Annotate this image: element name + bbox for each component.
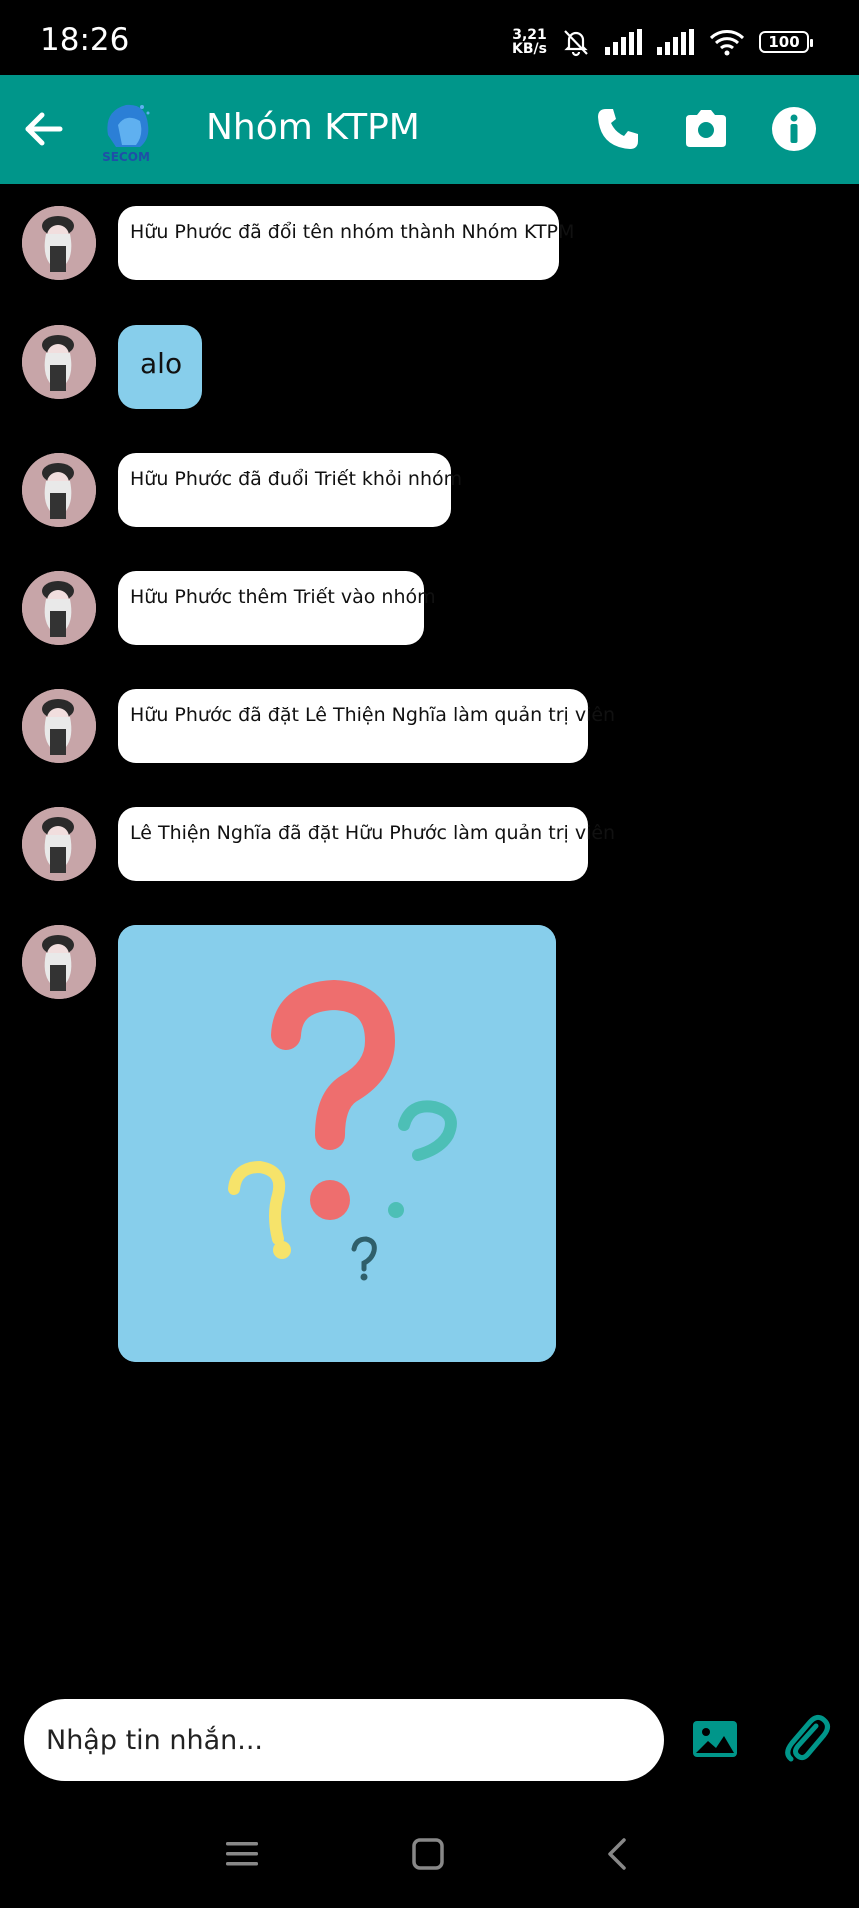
message-list[interactable]: Hữu Phước đã đổi tên nhóm thành Nhóm KTP… [0,184,859,1684]
status-icons: 3,21 KB/s 100 [512,26,813,58]
signal-icon [605,29,642,55]
question-marks-image [118,925,556,1362]
battery-indicator: 100 [759,31,813,53]
image-icon[interactable] [690,1714,740,1764]
status-bar: 18:26 3,21 KB/s 100 [0,0,859,75]
phone-icon[interactable] [594,105,642,153]
logo-text: SECOM [102,150,150,164]
system-message-bubble[interactable]: Hữu Phước thêm Triết vào nhóm [118,571,436,645]
system-message-bubble[interactable]: Lê Thiện Nghĩa đã đặt Hữu Phước làm quản… [118,807,615,881]
menu-icon[interactable] [222,1834,262,1874]
avatar[interactable] [22,689,96,763]
wifi-icon [709,30,745,56]
network-speed-value: 3,21 [512,27,547,43]
camera-icon[interactable] [682,105,730,153]
network-speed-unit: KB/s [512,41,547,57]
mute-bell-icon [564,30,588,57]
avatar[interactable] [22,325,96,399]
home-square-icon[interactable] [408,1834,448,1874]
image-message[interactable] [118,925,556,1362]
attachment-paperclip-icon[interactable] [782,1712,832,1764]
info-icon[interactable] [770,105,818,153]
avatar[interactable] [22,807,96,881]
avatar[interactable] [22,453,96,527]
nav-back-icon[interactable] [598,1834,638,1874]
chat-title: Nhóm KTPM [206,107,420,148]
system-message-bubble[interactable]: Hữu Phước đã đuổi Triết khỏi nhóm [118,453,462,527]
text-message-bubble[interactable]: alo [118,325,202,409]
avatar[interactable] [22,206,96,280]
system-nav-bar [0,1808,859,1908]
avatar[interactable] [22,571,96,645]
network-speed: 3,21 KB/s [512,28,547,56]
avatar[interactable] [22,925,96,999]
back-arrow-icon[interactable] [22,107,66,151]
system-message-bubble[interactable]: Hữu Phước đã đặt Lê Thiện Nghĩa làm quản… [118,689,615,763]
system-message-bubble[interactable]: Hữu Phước đã đổi tên nhóm thành Nhóm KTP… [118,206,574,280]
app-bar: SECOM Nhóm KTPM [0,75,859,184]
signal-icon-2 [657,29,694,55]
secom-logo-icon: SECOM [102,104,150,164]
status-time: 18:26 [40,22,130,58]
message-composer[interactable] [24,1699,664,1781]
message-input[interactable] [44,1723,644,1757]
